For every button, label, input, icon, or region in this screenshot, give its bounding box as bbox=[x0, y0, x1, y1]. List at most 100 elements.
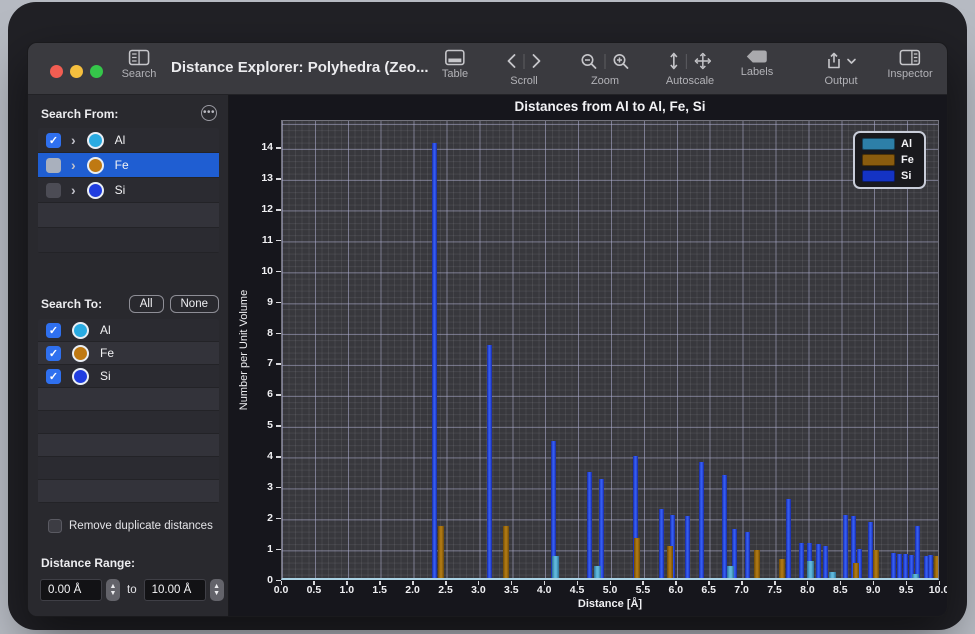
search-toolbar-button[interactable]: Search bbox=[122, 49, 157, 80]
x-tick-label: 1.5 bbox=[363, 584, 397, 596]
disclosure-chevron-icon[interactable]: › bbox=[71, 133, 76, 147]
y-tick-label: 4 bbox=[243, 450, 273, 462]
zoom-out-icon[interactable] bbox=[581, 53, 598, 70]
y-tick-label: 2 bbox=[243, 512, 273, 524]
empty-list-row[interactable] bbox=[38, 434, 219, 457]
si-element-color-dot bbox=[87, 182, 104, 199]
x-tick-mark bbox=[807, 581, 809, 585]
x-tick-mark bbox=[478, 581, 480, 585]
x-tick-label: 4.5 bbox=[560, 584, 594, 596]
fe-checkbox[interactable]: ✓ bbox=[46, 346, 61, 361]
legend-swatch bbox=[862, 154, 895, 166]
bar-fe bbox=[667, 546, 673, 578]
disclosure-chevron-icon[interactable]: › bbox=[71, 158, 76, 172]
y-tick-label: 13 bbox=[243, 172, 273, 184]
distance-to-field[interactable]: 10.00 Å bbox=[144, 579, 206, 601]
list-row-fe[interactable]: ›Fe bbox=[38, 153, 219, 178]
al-checkbox[interactable]: ✓ bbox=[46, 133, 61, 148]
x-tick-mark bbox=[346, 581, 348, 585]
x-tick-mark bbox=[544, 581, 546, 585]
si-checkbox[interactable] bbox=[46, 183, 61, 198]
ellipsis-circle-icon[interactable]: ••• bbox=[201, 105, 217, 121]
scroll-left-icon[interactable] bbox=[507, 53, 517, 69]
scroll-right-icon[interactable] bbox=[532, 53, 542, 69]
bar-fe bbox=[438, 526, 444, 579]
bar-fe bbox=[934, 556, 939, 578]
x-tick-label: 10.0 bbox=[922, 584, 948, 596]
bar-si bbox=[432, 143, 437, 578]
empty-list-row[interactable] bbox=[38, 480, 219, 503]
bar-si bbox=[587, 472, 592, 579]
y-tick-label: 9 bbox=[243, 296, 273, 308]
scroll-toolbar-button[interactable]: Scroll bbox=[507, 49, 542, 87]
x-tick-label: 1.0 bbox=[330, 584, 364, 596]
all-button[interactable]: All bbox=[129, 295, 164, 313]
distance-from-stepper[interactable]: ▲▼ bbox=[106, 579, 120, 601]
row-label: Fe bbox=[100, 346, 114, 360]
vertical-scale-icon[interactable] bbox=[669, 52, 679, 70]
empty-list-row[interactable] bbox=[38, 388, 219, 411]
bar-si bbox=[487, 345, 492, 578]
labels-toolbar-button[interactable]: Labels bbox=[741, 49, 773, 78]
al-checkbox[interactable]: ✓ bbox=[46, 323, 61, 338]
autoscale-toolbar-button[interactable]: Autoscale bbox=[666, 49, 714, 87]
plot-area[interactable]: AlFeSi bbox=[281, 120, 939, 580]
output-toolbar-button[interactable]: Output bbox=[824, 49, 857, 87]
bar-al bbox=[829, 572, 836, 578]
x-tick-label: 7.5 bbox=[758, 584, 792, 596]
y-tick-mark bbox=[276, 518, 281, 520]
minimize-button[interactable] bbox=[70, 65, 83, 78]
chart-legend: AlFeSi bbox=[853, 131, 926, 189]
distance-to-stepper[interactable]: ▲▼ bbox=[210, 579, 224, 601]
bar-fe bbox=[873, 550, 879, 578]
x-tick-mark bbox=[379, 581, 381, 585]
si-checkbox[interactable]: ✓ bbox=[46, 369, 61, 384]
bar-si bbox=[903, 554, 908, 578]
empty-list-row[interactable] bbox=[38, 457, 219, 480]
fe-checkbox[interactable] bbox=[46, 158, 61, 173]
table-toolbar-button[interactable]: Table bbox=[442, 49, 468, 80]
y-tick-mark bbox=[276, 147, 281, 149]
x-tick-label: 6.0 bbox=[659, 584, 693, 596]
x-tick-label: 8.0 bbox=[790, 584, 824, 596]
list-row-si[interactable]: ✓ Si bbox=[38, 365, 219, 388]
label-tag-icon bbox=[746, 49, 768, 64]
list-row-al[interactable]: ✓›Al bbox=[38, 128, 219, 153]
empty-list-row[interactable] bbox=[38, 203, 219, 228]
remove-duplicates-checkbox[interactable] bbox=[48, 519, 62, 533]
y-tick-label: 7 bbox=[243, 357, 273, 369]
x-tick-mark bbox=[774, 581, 776, 585]
legend-swatch bbox=[862, 138, 895, 150]
bar-si bbox=[722, 475, 727, 578]
row-label: Si bbox=[100, 369, 111, 383]
bar-fe bbox=[503, 526, 509, 579]
y-tick-mark bbox=[276, 333, 281, 335]
zoom-toolbar-button[interactable]: Zoom bbox=[581, 49, 630, 87]
distance-from-field[interactable]: 0.00 Å bbox=[40, 579, 102, 601]
x-tick-mark bbox=[281, 581, 283, 585]
autoscale-move-icon[interactable] bbox=[694, 52, 712, 70]
y-tick-mark bbox=[276, 240, 281, 242]
list-row-fe[interactable]: ✓ Fe bbox=[38, 342, 219, 365]
x-tick-mark bbox=[873, 581, 875, 585]
y-tick-label: 8 bbox=[243, 327, 273, 339]
bar-fe bbox=[779, 559, 785, 578]
y-tick-label: 12 bbox=[243, 203, 273, 215]
list-row-al[interactable]: ✓Al bbox=[38, 319, 219, 342]
empty-list-row[interactable] bbox=[38, 411, 219, 434]
none-button[interactable]: None bbox=[170, 295, 220, 313]
zoom-window-button[interactable] bbox=[90, 65, 103, 78]
close-button[interactable] bbox=[50, 65, 63, 78]
disclosure-chevron-icon[interactable]: › bbox=[71, 183, 76, 197]
x-tick-label: 6.5 bbox=[692, 584, 726, 596]
bar-si bbox=[745, 532, 750, 578]
x-tick-label: 0.0 bbox=[264, 584, 298, 596]
legend-label: Fe bbox=[901, 154, 917, 166]
inspector-toolbar-button[interactable]: Inspector bbox=[887, 49, 932, 80]
list-row-si[interactable]: ›Si bbox=[38, 178, 219, 203]
window-title: Distance Explorer: Polyhedra (Zeo... bbox=[171, 59, 429, 76]
bar-si bbox=[891, 553, 896, 578]
empty-list-row[interactable] bbox=[38, 228, 219, 253]
x-axis-title: Distance [Å] bbox=[281, 598, 939, 610]
zoom-in-icon[interactable] bbox=[613, 53, 630, 70]
